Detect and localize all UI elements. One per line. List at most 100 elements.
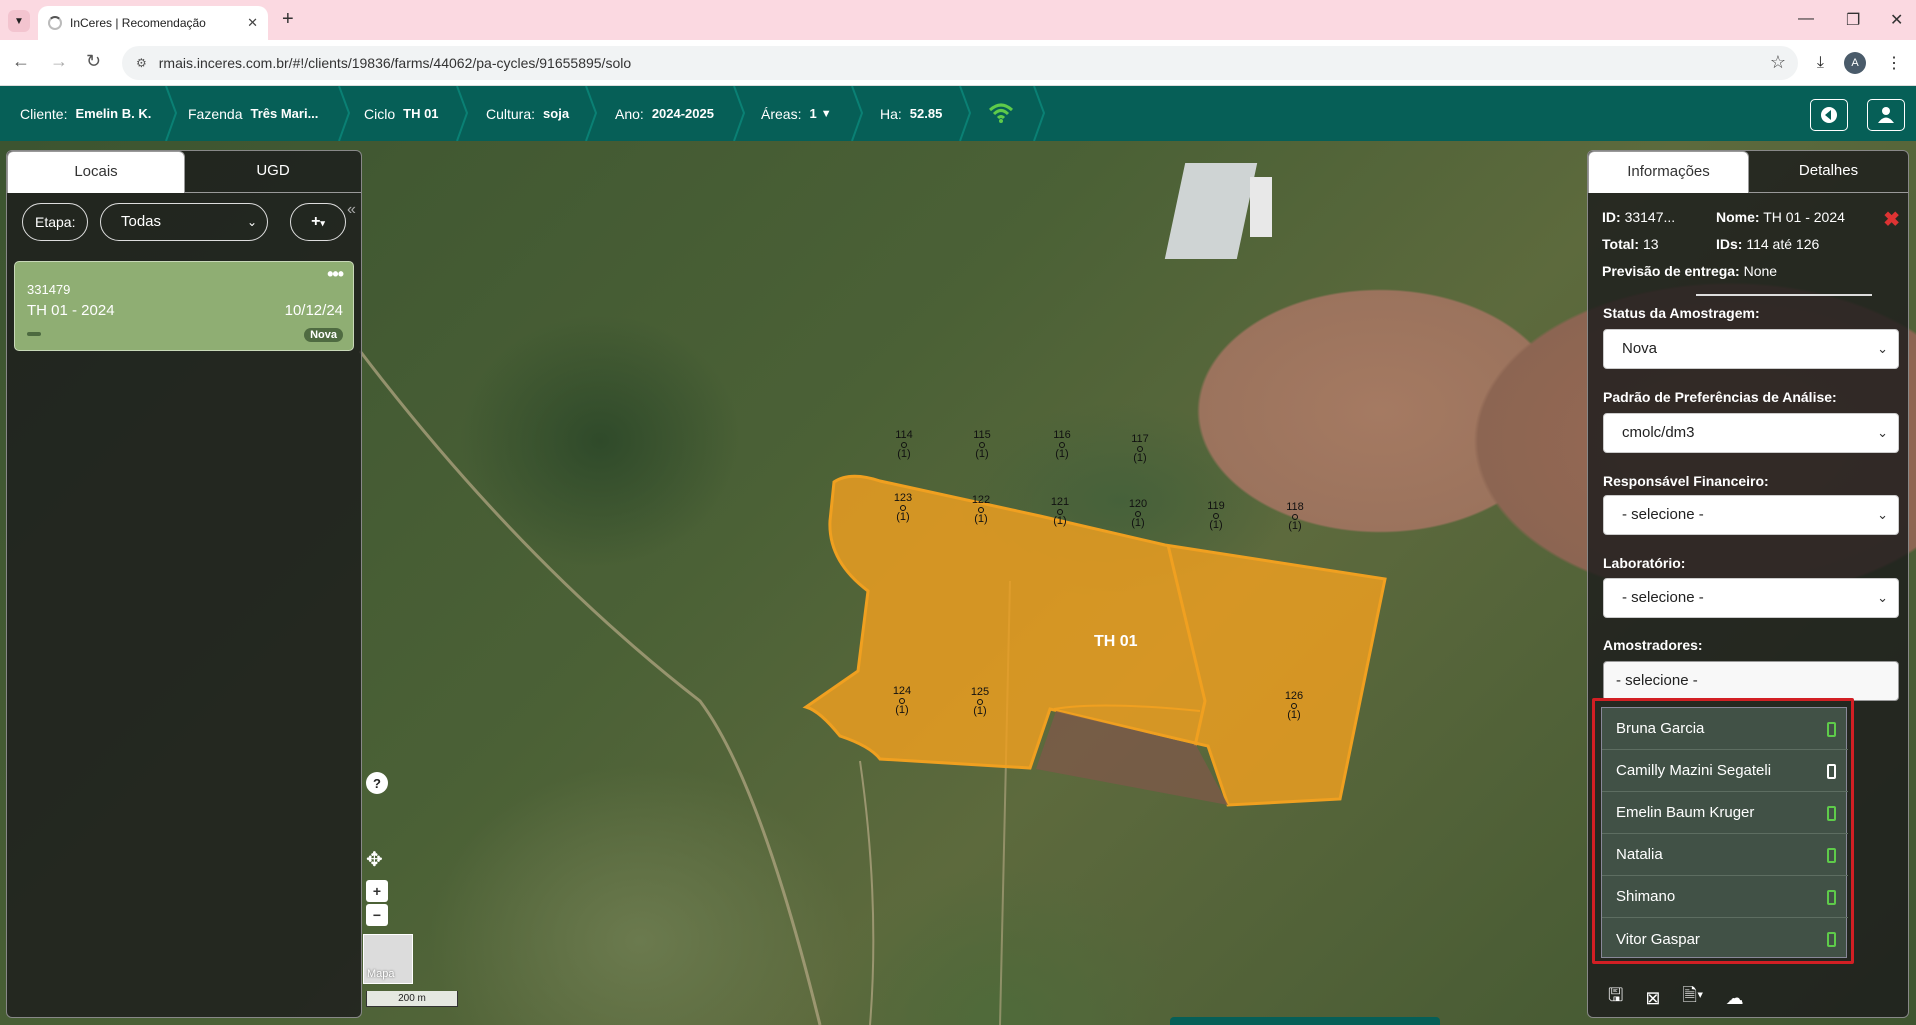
divider (1696, 294, 1872, 296)
chevron-separator-icon (851, 86, 864, 141)
browser-tab[interactable]: InCeres | Recomendação ✕ (38, 6, 268, 40)
sample-point-id: 124 (892, 685, 912, 697)
back-arrow-icon[interactable]: ← (12, 51, 30, 72)
sample-point[interactable]: 117 (1) (1120, 434, 1160, 464)
tab-locais[interactable]: Locais (7, 151, 185, 193)
minimize-icon[interactable]: — (1798, 10, 1814, 28)
etapa-select[interactable]: Todas ⌄ (100, 203, 268, 241)
bookmark-star-icon[interactable]: ☆ (1770, 52, 1786, 73)
amostradores-multiselect[interactable]: - selecione - (1603, 661, 1899, 701)
app-header: Cliente: Emelin B. K. Fazenda Três Mari.… (0, 86, 1916, 141)
collapse-panel-icon[interactable]: « (347, 201, 356, 219)
zoom-in-button[interactable]: + (366, 880, 388, 902)
download-icon[interactable]: ⤓ (1817, 54, 1824, 72)
id-info: ID: 33147... (1602, 209, 1675, 225)
ano-label: Ano: (615, 105, 644, 122)
amostrador-option[interactable]: Bruna Garcia (1602, 708, 1848, 750)
breadcrumb-cultura[interactable]: Cultura: soja (486, 86, 569, 141)
amostrador-name: Bruna Garcia (1616, 720, 1705, 737)
sample-point-count: (1) (1133, 452, 1147, 464)
new-tab-icon[interactable]: + (282, 8, 294, 31)
forward-arrow-icon[interactable]: → (50, 51, 68, 72)
sample-point[interactable]: 118 (1) (1275, 502, 1315, 532)
window-close-icon[interactable]: ✕ (1890, 10, 1903, 30)
status-amostragem-select[interactable]: Nova ⌄ (1603, 329, 1899, 369)
sample-point-count: (1) (975, 448, 989, 460)
chevron-separator-icon (338, 86, 351, 141)
previsao-info: Previsão de entrega: None (1602, 263, 1777, 279)
sample-point[interactable]: 123 (1) (883, 493, 923, 523)
status-amostragem-label: Status da Amostragem: (1603, 305, 1760, 321)
amostradores-label: Amostradores: (1603, 637, 1703, 653)
areas-label: Áreas: (761, 105, 802, 122)
sample-point-id: 116 (1053, 429, 1071, 441)
pan-move-icon[interactable]: ✥ (366, 847, 383, 872)
ciclo-label: Ciclo (364, 105, 396, 122)
reload-icon[interactable]: ↻ (86, 51, 101, 72)
excel-export-icon[interactable]: ⊠ (1645, 988, 1660, 1009)
breadcrumb-areas[interactable]: Áreas: 1 ▼ (761, 86, 832, 141)
sample-point[interactable]: 121 (1) (1040, 497, 1080, 527)
sample-point[interactable]: 115 (1) (962, 430, 1002, 460)
card-menu-icon[interactable]: ••• (327, 264, 344, 285)
amostrador-option[interactable]: Shimano (1602, 876, 1848, 918)
breadcrumb-cliente[interactable]: Cliente: Emelin B. K. (20, 86, 151, 141)
sample-point[interactable]: 126 (1) (1274, 691, 1314, 721)
amostrador-option[interactable]: Camilly Mazini Segateli (1602, 750, 1848, 792)
tab-close-icon[interactable]: ✕ (247, 15, 258, 31)
etapa-label: Etapa: (22, 203, 89, 241)
loading-spinner-icon (48, 16, 62, 30)
sample-point[interactable]: 119 (1) (1196, 501, 1236, 531)
site-settings-icon[interactable]: ⚙ (136, 56, 147, 70)
sampling-card[interactable]: ••• 331479 TH 01 - 2024 10/12/24 Nova (14, 261, 354, 351)
amostradores-value: - selecione - (1616, 672, 1698, 689)
restore-icon[interactable]: ❐ (1846, 10, 1860, 30)
back-button[interactable] (1810, 99, 1848, 131)
responsavel-select[interactable]: - selecione - ⌄ (1603, 495, 1899, 535)
amostrador-option[interactable]: Emelin Baum Kruger (1602, 792, 1848, 834)
url-text: rmais.inceres.com.br/#!/clients/19836/fa… (158, 55, 632, 71)
browser-menu-icon[interactable]: ⋮ (1886, 53, 1902, 73)
wifi-icon (988, 103, 1014, 123)
arrow-left-icon (1821, 107, 1837, 123)
add-button[interactable]: +▾ (290, 203, 346, 241)
sample-point[interactable]: 122 (1) (961, 495, 1001, 525)
sample-point[interactable]: 120 (1) (1118, 499, 1158, 529)
profile-avatar[interactable]: A (1844, 52, 1866, 74)
zoom-out-button[interactable]: − (366, 904, 388, 926)
cloud-upload-icon[interactable]: ☁ (1726, 988, 1744, 1009)
sample-point-count: (1) (1131, 517, 1145, 529)
sample-point-id: 118 (1286, 501, 1304, 513)
left-tabs: Locais UGD (7, 151, 361, 193)
total-label: Total: (1602, 236, 1640, 252)
breadcrumb-ciclo[interactable]: Ciclo TH 01 (364, 86, 439, 141)
phone-icon (1827, 890, 1836, 905)
card-id: 331479 (27, 282, 71, 297)
tab-informacoes[interactable]: Informações (1588, 151, 1749, 193)
tab-ugd[interactable]: UGD (185, 151, 361, 193)
user-profile-button[interactable] (1867, 99, 1905, 131)
url-field[interactable]: ⚙ rmais.inceres.com.br/#!/clients/19836/… (122, 46, 1798, 80)
chevron-separator-icon (585, 86, 598, 141)
breadcrumb-fazenda[interactable]: Fazenda Três Mari... (188, 86, 318, 141)
user-icon (1878, 107, 1894, 123)
delete-x-icon[interactable]: ✖ (1883, 207, 1900, 232)
tab-list-chevron-icon[interactable]: ▼ (8, 10, 30, 32)
tab-detalhes[interactable]: Detalhes (1749, 151, 1908, 193)
map-layer-thumbnail[interactable]: Mapa (363, 934, 413, 984)
amostrador-option[interactable]: Vitor Gaspar (1602, 918, 1848, 960)
sample-point[interactable]: 124 (1) (882, 686, 922, 716)
sample-point[interactable]: 116 (1) (1042, 430, 1082, 460)
left-panel: Locais UGD Etapa: Todas ⌄ +▾ « ••• 33147… (6, 150, 362, 1018)
help-button[interactable]: ? (366, 772, 388, 794)
laboratorio-value: - selecione - (1622, 589, 1704, 606)
sample-point[interactable]: 125 (1) (960, 687, 1000, 717)
padrao-select[interactable]: cmolc/dm3 ⌄ (1603, 413, 1899, 453)
laboratorio-select[interactable]: - selecione - ⌄ (1603, 578, 1899, 618)
save-icon[interactable]: 🖫 (1608, 983, 1623, 1013)
sample-point[interactable]: 114 (1) (884, 430, 924, 460)
ha-value: 52.85 (909, 106, 943, 121)
breadcrumb-ano[interactable]: Ano: 2024-2025 (615, 86, 714, 141)
file-menu-icon[interactable]: 🗎▾ (1682, 983, 1703, 1013)
amostrador-option[interactable]: Natalia (1602, 834, 1848, 876)
